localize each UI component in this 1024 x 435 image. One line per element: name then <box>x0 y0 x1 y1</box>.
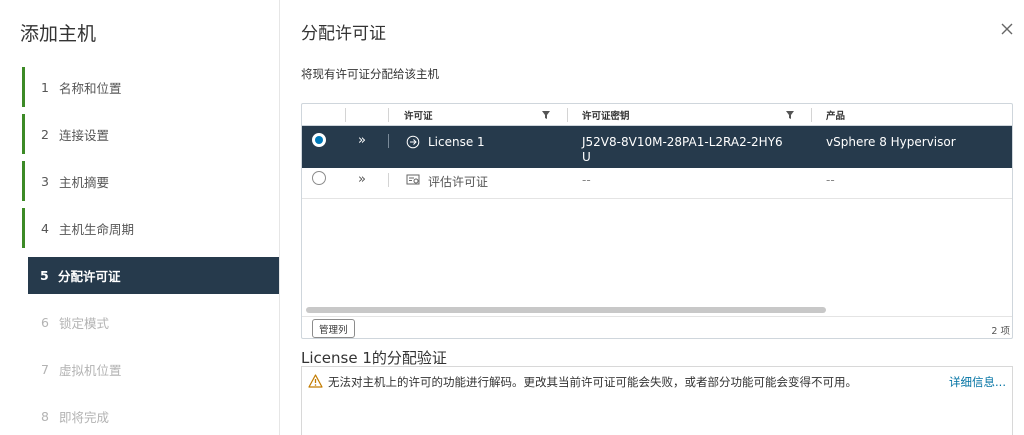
license-key-line1: J52V8-8V10M-28PA1-L2RA2-2HY6 <box>582 135 783 149</box>
row-radio[interactable] <box>312 171 326 185</box>
column-header-license-key[interactable]: 许可证密钥 <box>576 104 796 125</box>
validation-title: License 1的分配验证 <box>301 349 447 367</box>
step-ready-to-complete: 8 即将完成 <box>22 396 279 435</box>
step-number: 3 <box>41 173 49 189</box>
details-link[interactable]: 详细信息... <box>949 374 1006 390</box>
step-number: 1 <box>41 79 49 95</box>
arrow-circle-icon <box>406 135 420 149</box>
step-label: 分配许可证 <box>58 269 121 284</box>
cell-divider <box>388 134 389 148</box>
table-row[interactable]: » 评估许可证 -- -- <box>302 168 1012 199</box>
validation-box: 无法对主机上的许可的功能进行解码。更改其当前许可证可能会失败，或者部分功能可能会… <box>301 366 1013 435</box>
eval-license-icon <box>406 174 420 185</box>
step-host-lifecycle[interactable]: 4 主机生命周期 <box>22 208 279 248</box>
expand-chevron-icon[interactable]: » <box>358 172 366 187</box>
step-label: 主机生命周期 <box>59 221 135 237</box>
step-vm-location: 7 虚拟机位置 <box>22 349 279 389</box>
step-label: 虚拟机位置 <box>59 362 122 378</box>
license-datagrid: 许可证 许可证密钥 产品 » License 1 J52V8-8V10M-28P… <box>301 103 1013 339</box>
step-label: 锁定模式 <box>59 315 110 331</box>
table-row-selected[interactable]: » License 1 J52V8-8V10M-28PA1-L2RA2-2HY6… <box>302 126 1012 168</box>
cell-divider <box>388 173 389 187</box>
column-divider <box>567 108 568 122</box>
expand-chevron-icon[interactable]: » <box>358 133 366 148</box>
item-count: 2 项 <box>991 326 1010 337</box>
step-name-location[interactable]: 1 名称和位置 <box>22 67 279 107</box>
row-radio-selected[interactable] <box>312 133 326 147</box>
license-name: License 1 <box>428 135 485 149</box>
step-host-summary[interactable]: 3 主机摘要 <box>22 161 279 201</box>
manage-columns-button[interactable]: 管理列 <box>312 319 355 338</box>
column-header-license[interactable]: 许可证 <box>398 104 558 125</box>
product-name: vSphere 8 Hypervisor <box>826 135 956 149</box>
step-number: 5 <box>40 268 49 283</box>
step-label: 连接设置 <box>59 127 110 143</box>
license-key: J52V8-8V10M-28PA1-L2RA2-2HY6 U <box>582 135 783 165</box>
wizard-title: 添加主机 <box>20 23 97 45</box>
filter-icon[interactable] <box>542 111 550 119</box>
step-assign-license[interactable]: 5 分配许可证 <box>28 257 279 294</box>
main-panel: 分配许可证 将现有许可证分配给该主机 许可证 许可证密钥 产品 » Licens… <box>301 0 1024 435</box>
validation-message: 无法对主机上的许可的功能进行解码。更改其当前许可证可能会失败，或者部分功能可能会… <box>328 375 857 389</box>
step-number: 7 <box>41 361 49 377</box>
step-number: 2 <box>41 126 49 142</box>
page-title: 分配许可证 <box>301 24 386 44</box>
close-icon[interactable] <box>1000 22 1014 36</box>
warning-icon <box>308 374 323 388</box>
step-label: 主机摘要 <box>59 174 110 190</box>
column-header-product[interactable]: 产品 <box>820 104 1010 125</box>
column-divider <box>388 108 389 122</box>
wizard-nav: 添加主机 1 名称和位置 2 连接设置 3 主机摘要 4 主机生命周期 5 分配… <box>0 0 280 435</box>
column-divider <box>811 108 812 122</box>
step-number: 4 <box>41 220 49 236</box>
grid-header: 许可证 许可证密钥 产品 <box>302 104 1012 126</box>
column-divider <box>345 108 346 122</box>
license-key-line2: U <box>582 150 591 164</box>
filter-icon[interactable] <box>786 111 794 119</box>
grid-footer: 管理列 2 项 <box>302 316 1012 338</box>
step-label: 名称和位置 <box>59 80 122 96</box>
license-name: 评估许可证 <box>428 175 489 189</box>
step-connection-settings[interactable]: 2 连接设置 <box>22 114 279 154</box>
step-number: 6 <box>41 314 49 330</box>
step-lockdown-mode: 6 锁定模式 <box>22 302 279 342</box>
page-subtitle: 将现有许可证分配给该主机 <box>301 67 439 81</box>
step-number: 8 <box>41 408 49 424</box>
product-name: -- <box>826 173 835 187</box>
horizontal-scrollbar[interactable] <box>306 307 826 313</box>
license-key: -- <box>582 173 591 187</box>
step-label: 即将完成 <box>59 409 110 425</box>
